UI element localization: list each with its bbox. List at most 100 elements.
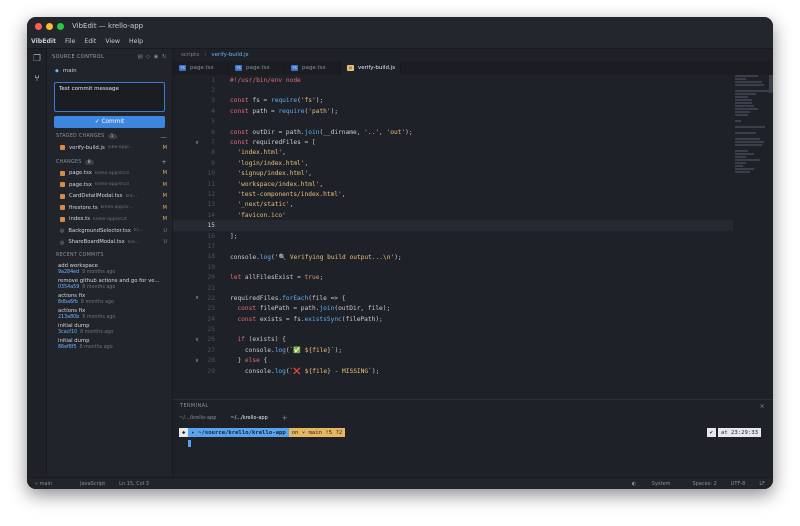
file-path: kre... xyxy=(125,193,137,199)
changed-file-row[interactable]: CardDetailModal.tsx kre... M xyxy=(47,191,172,203)
status-encoding[interactable]: UTF-8 xyxy=(731,481,746,487)
breadcrumb-file[interactable]: verify-build.js xyxy=(211,52,248,58)
commit-item[interactable]: initial dump 3cacf10 8 months ago xyxy=(47,321,172,336)
minimap-line xyxy=(735,144,762,146)
minimap-line xyxy=(735,84,764,86)
changes-header[interactable]: CHANGES 8 + xyxy=(47,157,172,168)
file-path: krello-app/src/a... xyxy=(94,182,129,188)
code-editor[interactable]: 1 #!/usr/bin/env node 2 3 const fs = require… xyxy=(173,75,733,380)
commit-item[interactable]: actions fix 213a80b 8 months ago xyxy=(47,306,172,321)
changed-file-row[interactable]: page.tsxkrello-app/src/a... M xyxy=(47,168,172,180)
line-text: console.log(`✅ ${file}`); xyxy=(230,347,343,355)
status-branch[interactable]: ⑂ main xyxy=(35,481,66,487)
line-number: 15 xyxy=(207,222,215,230)
minimap-line xyxy=(735,108,758,110)
fold-chevron-icon[interactable]: ∨ xyxy=(193,337,201,343)
maximize-window-button[interactable] xyxy=(57,22,64,30)
branch-selector[interactable]: ◆ main xyxy=(47,65,172,77)
file-status: M xyxy=(162,193,167,200)
code-line: 2 xyxy=(173,85,733,95)
editor-scrollbar[interactable] xyxy=(769,75,773,93)
close-terminal-icon[interactable]: × xyxy=(760,403,765,410)
terminal-tab[interactable]: ~/.../krello-app xyxy=(179,415,216,421)
status-language[interactable]: JavaScript xyxy=(80,481,105,487)
changed-file-row[interactable]: page.tsxkrello-app/src/a... M xyxy=(47,179,172,191)
changed-file-row[interactable]: firestore.ts krello-app/sr... M xyxy=(47,202,172,214)
commit-message: remove github actions and go for ve... xyxy=(58,278,160,284)
explorer-icon[interactable]: ❐ xyxy=(27,49,47,69)
commit-hash: 8dba6fb 8 months ago xyxy=(58,300,114,305)
fold-chevron-icon[interactable]: ∨ xyxy=(193,358,201,364)
line-number: 7 xyxy=(211,139,215,147)
file-name: BackgroundSelector.tsx xyxy=(68,227,131,234)
code-line: 16]; xyxy=(173,231,733,241)
file-name: page.tsx xyxy=(69,181,92,188)
folder-icon: ▸ xyxy=(191,429,199,436)
breadcrumb-folder[interactable]: scripts xyxy=(181,52,199,58)
file-name: CardDetailModal.tsx xyxy=(69,193,123,200)
view-icon[interactable]: ◇ xyxy=(146,54,151,60)
menu-edit[interactable]: Edit xyxy=(84,38,96,45)
changed-file-row[interactable]: index.tskrello-app/src/ty... M xyxy=(47,214,172,226)
eye-icon[interactable]: ◉ xyxy=(154,54,159,60)
status-theme[interactable]: ◐ System xyxy=(632,481,679,487)
editor-tab[interactable]: JS verify-build.js xyxy=(341,61,401,75)
editor-tabs: TS page.tsx TS page.tsx TS page.tsx JS verify-b… xyxy=(173,61,773,75)
stash-icon[interactable]: ▤ xyxy=(138,54,144,60)
commit-time: 8 months ago xyxy=(82,285,116,290)
commit-message: actions fix xyxy=(58,308,86,314)
fold-chevron-icon[interactable]: ∨ xyxy=(193,295,201,301)
status-eol[interactable]: LF xyxy=(759,481,765,487)
changed-file-row[interactable]: ◎ BackgroundSelector.tsx kr... U xyxy=(47,225,172,237)
commit-item[interactable]: actions fix 8dba6fb 8 months ago xyxy=(47,291,172,306)
editor-tab[interactable]: TS page.tsx xyxy=(173,61,229,75)
staged-file-row[interactable]: verify-build.js vibe-appl... M xyxy=(47,142,172,154)
unstage-all-icon[interactable]: — xyxy=(160,133,167,141)
menu-app[interactable]: VibEdit xyxy=(31,38,56,45)
refresh-icon[interactable]: ↻ xyxy=(162,54,167,60)
prompt-path-text: ~/source/krello/krello-app xyxy=(198,429,286,436)
source-control-icon[interactable]: ⑂ xyxy=(27,69,47,89)
file-status: M xyxy=(162,204,167,211)
changed-file-row[interactable]: ◎ ShareBoardModal.tsx kre... U xyxy=(47,237,172,249)
tab-label: page.tsx xyxy=(246,65,270,71)
minimize-window-button[interactable] xyxy=(46,22,53,30)
minimap-line xyxy=(735,156,747,158)
line-text: console.log('🔍 Verifying build output...… xyxy=(230,253,402,261)
status-bar: ⑂ main JavaScript Ln 15, Col 3 ◐ System … xyxy=(27,477,773,489)
code-line: 23 const filePath = path.join(outDir, fi… xyxy=(173,304,733,314)
editor-tab[interactable]: TS page.tsx xyxy=(229,61,285,75)
git-icon: ⑂ xyxy=(301,429,306,436)
commit-message-input[interactable]: Test commit message xyxy=(54,82,165,112)
minimap-line xyxy=(735,153,754,155)
minimap[interactable] xyxy=(735,75,773,173)
file-path: kre... xyxy=(127,239,140,245)
line-number: 5 xyxy=(211,118,215,126)
staged-changes-header[interactable]: STAGED CHANGES 1 — xyxy=(47,131,172,142)
commit-button[interactable]: ✓ Commit xyxy=(54,116,165,128)
minimap-line xyxy=(735,159,760,161)
code-line: ∨ 22 requiredFiles.forEach(file => { xyxy=(173,293,733,303)
add-terminal-icon[interactable]: + xyxy=(282,414,288,422)
commit-item[interactable]: add workspace 9a284ed 8 months ago xyxy=(47,261,172,276)
panel-header: SOURCE CONTROL ▤ ◇ ◉ ↻ xyxy=(47,49,172,65)
recent-label: RECENT COMMITS xyxy=(56,253,104,258)
editor-tab[interactable]: TS page.tsx xyxy=(285,61,341,75)
fold-chevron-icon[interactable]: ∨ xyxy=(193,140,201,146)
menu-bar: VibEdit File Edit View Help xyxy=(27,35,773,49)
menu-help[interactable]: Help xyxy=(129,38,143,45)
file-icon xyxy=(60,145,65,151)
code-line: 25 xyxy=(173,324,733,334)
commit-item[interactable]: initial dump 86ef8f5 8 months ago xyxy=(47,336,172,351)
commit-message: actions fix xyxy=(58,293,86,299)
status-spaces[interactable]: Spaces: 2 xyxy=(692,481,716,487)
line-text: ]; xyxy=(230,232,238,240)
status-cursor[interactable]: Ln 15, Col 3 xyxy=(119,481,149,487)
stage-all-icon[interactable]: + xyxy=(161,158,167,166)
menu-file[interactable]: File xyxy=(65,38,75,45)
commit-time: 8 months ago xyxy=(80,300,114,305)
menu-view[interactable]: View xyxy=(105,38,120,45)
commit-item[interactable]: remove github actions and go for ve... 03… xyxy=(47,276,172,291)
terminal-tab-active[interactable]: ~/.../krello-app xyxy=(230,415,267,421)
close-window-button[interactable] xyxy=(35,22,42,30)
